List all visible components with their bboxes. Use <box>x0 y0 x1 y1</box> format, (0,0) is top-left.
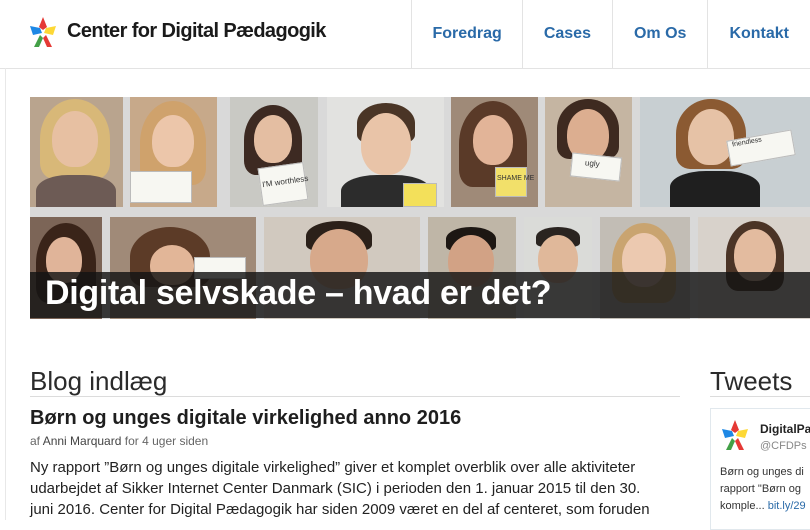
tweet-author-name[interactable]: DigitalPa <box>760 422 810 436</box>
post-meta-prefix: af <box>30 434 41 448</box>
tweet-text: Børn og unges di rapport "Børn og komple… <box>720 464 810 515</box>
site-logo-icon[interactable] <box>30 17 56 47</box>
collage-photo: ugly <box>545 97 632 207</box>
post-excerpt: Ny rapport ”Børn og unges digitale virke… <box>30 457 680 520</box>
post-title-link[interactable]: Børn og unges digitale virkelighed anno … <box>30 407 461 430</box>
tweet-author-handle[interactable]: @CFDPs <box>760 440 807 452</box>
post-meta-date: for 4 uger siden <box>124 434 209 448</box>
tweet-text-line: rapport "Børn og <box>720 483 801 495</box>
nav-cases[interactable]: Cases <box>521 0 612 68</box>
sign-text: ugly <box>584 158 601 169</box>
post-excerpt-line: juni 2016. Center for Digital Pædagogik … <box>30 501 650 518</box>
tweet-avatar-icon[interactable] <box>722 420 748 450</box>
nav-foredrag[interactable]: Foredrag <box>411 0 521 68</box>
tweet-link[interactable]: bit.ly/29 <box>768 500 806 512</box>
collage-photo <box>130 97 217 207</box>
site-header: Center for Digital Pædagogik Foredrag Ca… <box>0 0 810 69</box>
nav-om-os[interactable]: Om Os <box>611 0 707 68</box>
sign-text: SHAME ME <box>497 175 535 182</box>
tweet-text-line: komple... <box>720 500 765 512</box>
post-author-link[interactable]: Anni Marquard <box>43 434 122 448</box>
collage-photo: friendless <box>640 97 810 207</box>
nav-kontakt[interactable]: Kontakt <box>707 0 810 68</box>
page-edge <box>5 68 6 520</box>
post-meta: af Anni Marquard for 4 uger siden <box>30 434 208 448</box>
tweets-divider <box>710 396 810 397</box>
collage-photo: I'M worthless <box>230 97 318 207</box>
collage-photo: SHAME ME <box>451 97 538 207</box>
post-excerpt-line: Ny rapport ”Børn og unges digitale virke… <box>30 459 636 476</box>
post-excerpt-line: udarbejdet af Sikker Internet Center Dan… <box>30 480 641 497</box>
blog-divider <box>30 396 680 397</box>
site-title[interactable]: Center for Digital Pædagogik <box>67 20 326 43</box>
blog-heading: Blog indlæg <box>30 366 168 396</box>
hero-title[interactable]: Digital selvskade – hvad er det? <box>45 274 552 313</box>
main-nav: Foredrag Cases Om Os Kontakt <box>411 0 810 68</box>
tweets-heading: Tweets <box>710 366 793 396</box>
collage-photo <box>30 97 123 207</box>
tweet-text-line: Børn og unges di <box>720 466 804 478</box>
collage-photo <box>327 97 444 207</box>
